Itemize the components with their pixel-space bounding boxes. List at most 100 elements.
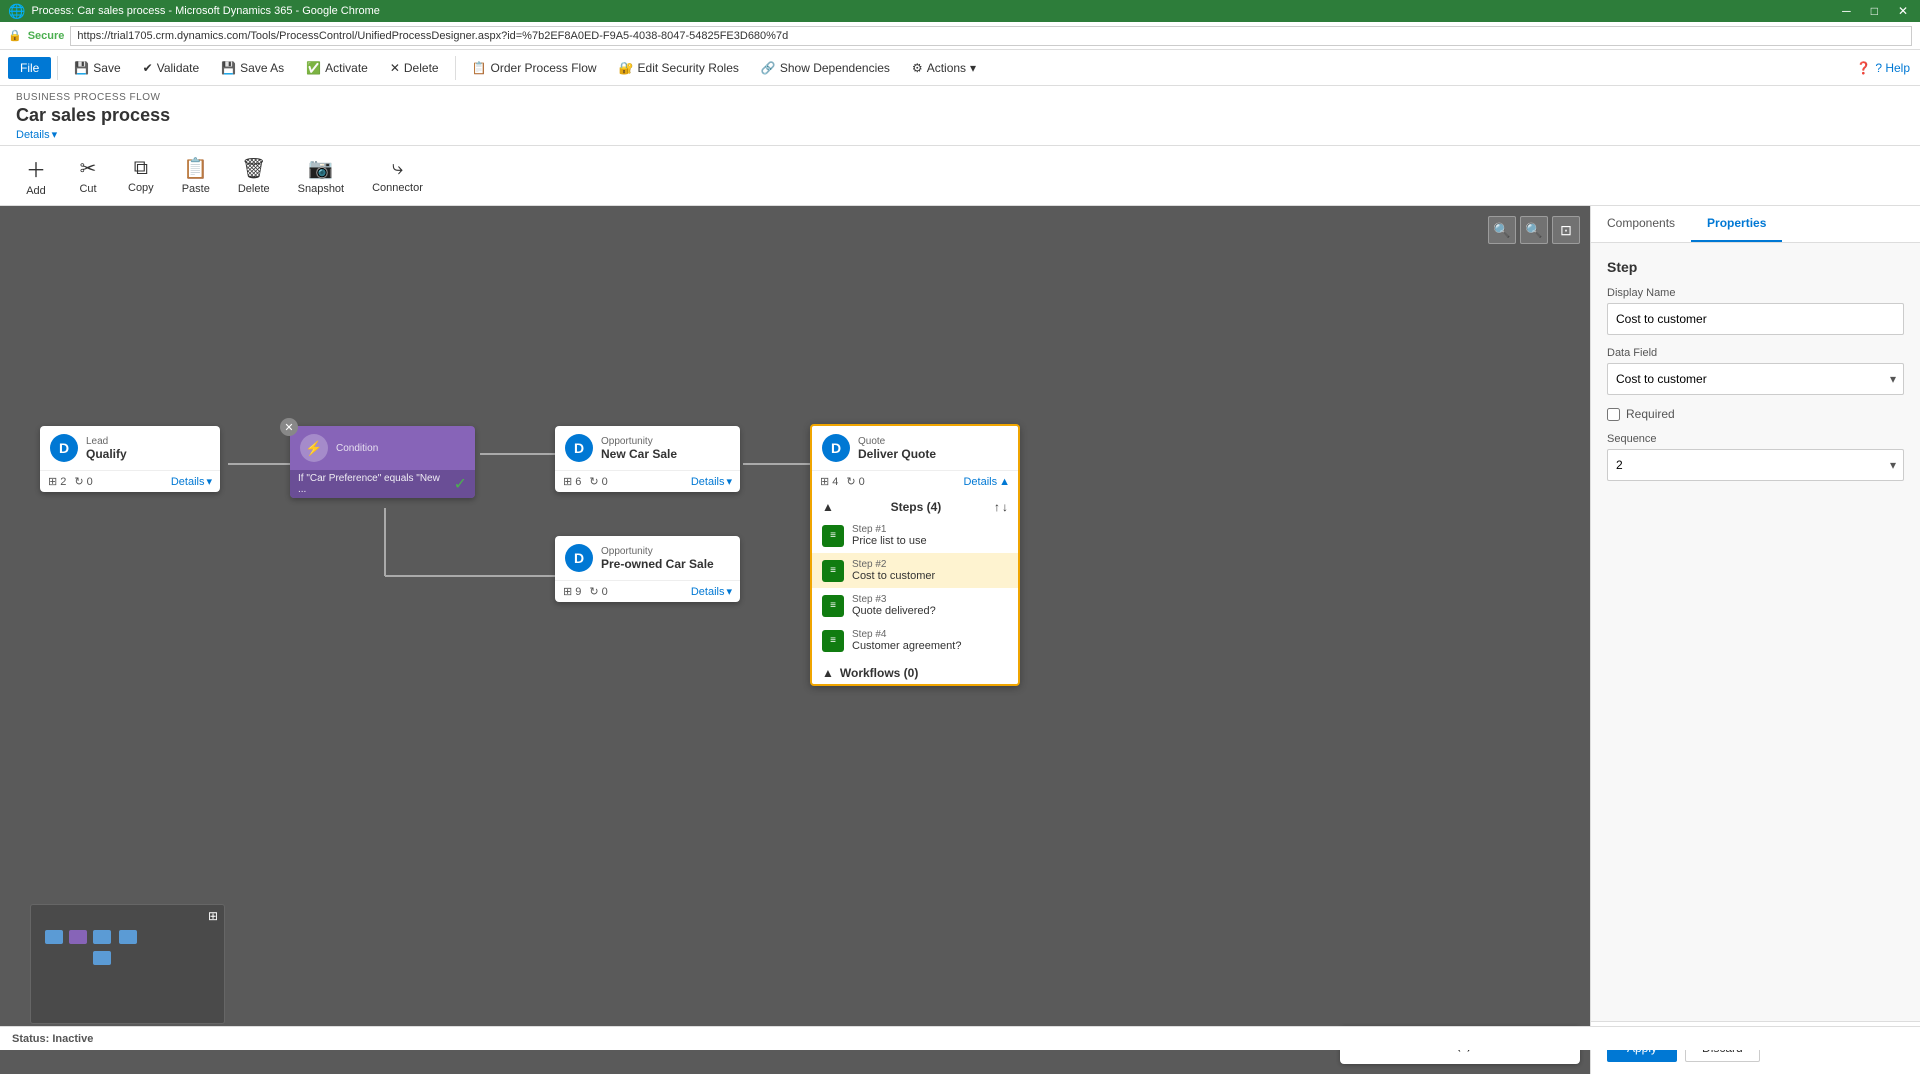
add-icon: ＋ — [26, 154, 46, 183]
steps-down-arrow[interactable]: ↓ — [1002, 500, 1008, 514]
copy-button[interactable]: ⧉ Copy — [116, 153, 166, 198]
step-2-item[interactable]: ≡ Step #2 Cost to customer — [812, 553, 1018, 588]
quote-details-button[interactable]: Details ▲ — [963, 476, 1010, 488]
order-process-button[interactable]: 📋 Order Process Flow — [462, 57, 607, 79]
secondary-toolbar: ＋ Add ✂ Cut ⧉ Copy 📋 Paste 🗑 Delete 📷 Sn… — [0, 146, 1920, 206]
step-3-num: Step #3 — [852, 594, 936, 605]
step-1-icon: ≡ — [822, 525, 844, 547]
required-row: Required — [1607, 407, 1904, 421]
page-title: Car sales process — [16, 105, 1904, 126]
top-toolbar: File 💾 Save ✔ Validate 💾 Save As ✅ Activ… — [0, 50, 1920, 86]
zoom-in-button[interactable]: 🔍 — [1520, 216, 1548, 244]
delete-sec-button[interactable]: 🗑 Delete — [226, 152, 282, 199]
tab-components[interactable]: Components — [1591, 206, 1691, 242]
checkmark-icon: ✓ — [454, 474, 467, 494]
step-4-item[interactable]: ≡ Step #4 Customer agreement? — [812, 623, 1018, 658]
lead-node-type: Lead — [86, 436, 210, 447]
step-1-name: Price list to use — [852, 535, 927, 547]
sequence-select[interactable]: 2 1 3 4 — [1607, 449, 1904, 481]
details-link[interactable]: Details ▾ — [16, 128, 1904, 141]
snapshot-button[interactable]: 📷 Snapshot — [286, 152, 356, 199]
address-bar: 🔒 Secure — [0, 22, 1920, 50]
details-chevron: ▾ — [52, 128, 58, 141]
minimize-button[interactable]: ─ — [1838, 4, 1855, 18]
display-name-input[interactable] — [1607, 303, 1904, 335]
details-down-icon: ▾ — [206, 475, 212, 488]
status-label: Status: — [12, 1033, 49, 1045]
quote-node[interactable]: D Quote Deliver Quote ⊞ 4 ↻ 0 Details ▲ — [810, 424, 1020, 686]
workflows-collapse-icon: ▲ — [822, 666, 834, 680]
maximize-button[interactable]: □ — [1867, 4, 1882, 18]
condition-text: If "Car Preference" equals "New ... — [298, 473, 448, 495]
step-2-name: Cost to customer — [852, 570, 935, 582]
step-4-num: Step #4 — [852, 629, 961, 640]
opp-new-flows: ↻ 0 — [589, 475, 607, 488]
address-input[interactable] — [70, 26, 1912, 46]
zoom-out-button[interactable]: 🔍 — [1488, 216, 1516, 244]
cut-button[interactable]: ✂ Cut — [64, 152, 112, 199]
quote-type: Quote — [858, 436, 1008, 447]
opportunity-new-node[interactable]: D Opportunity New Car Sale ⊞ 6 ↻ 0 Detai… — [555, 426, 740, 492]
steps-title: Steps (4) — [891, 500, 942, 514]
edit-security-button[interactable]: 🔐 Edit Security Roles — [609, 57, 749, 79]
data-field-wrapper: Cost to customer — [1607, 363, 1904, 395]
display-name-label: Display Name — [1607, 287, 1904, 299]
opp-new-details-button[interactable]: Details ▾ — [691, 475, 732, 488]
quote-flow-icon: ↻ — [846, 475, 855, 488]
save-as-icon: 💾 — [221, 61, 236, 75]
opp-new-steps: ⊞ 6 — [563, 475, 581, 488]
data-field-label: Data Field — [1607, 347, 1904, 359]
steps-up-arrow[interactable]: ↑ — [994, 500, 1000, 514]
save-as-button[interactable]: 💾 Save As — [211, 57, 294, 79]
required-checkbox[interactable] — [1607, 408, 1620, 421]
paste-button[interactable]: 📋 Paste — [170, 152, 222, 199]
sequence-wrapper: 2 1 3 4 — [1607, 449, 1904, 481]
steps-icon: ⊞ — [48, 475, 57, 488]
delete-button[interactable]: ✕ Delete — [380, 57, 449, 79]
data-field-select[interactable]: Cost to customer — [1607, 363, 1904, 395]
close-button[interactable]: ✕ — [1894, 4, 1912, 18]
copy-icon: ⧉ — [134, 157, 148, 180]
mini-quote — [119, 930, 137, 944]
help-icon: ❓ — [1856, 61, 1871, 75]
add-button[interactable]: ＋ Add — [12, 150, 60, 201]
connector-button[interactable]: ⤷ Connector — [360, 153, 435, 198]
required-label[interactable]: Required — [1626, 407, 1675, 421]
workflows-section: ▲ Workflows (0) — [812, 662, 1018, 684]
lead-details-button[interactable]: Details ▾ — [171, 475, 212, 488]
workflows-title: Workflows (0) — [840, 666, 918, 680]
activate-button[interactable]: ✅ Activate — [296, 57, 378, 79]
step-1-item[interactable]: ≡ Step #1 Price list to use — [812, 518, 1018, 553]
snapshot-icon: 📷 — [308, 156, 333, 181]
opp-new-type: Opportunity — [601, 436, 730, 447]
flow-icon: ↻ — [74, 475, 83, 488]
opportunity-preowned-node[interactable]: D Opportunity Pre-owned Car Sale ⊞ 9 ↻ 0… — [555, 536, 740, 602]
save-button[interactable]: 💾 Save — [64, 57, 130, 79]
show-dependencies-button[interactable]: 🔗 Show Dependencies — [751, 57, 900, 79]
cut-icon: ✂ — [80, 156, 97, 181]
step-3-item[interactable]: ≡ Step #3 Quote delivered? — [812, 588, 1018, 623]
activate-icon: ✅ — [306, 61, 321, 75]
quote-icon: D — [822, 434, 850, 462]
tab-properties[interactable]: Properties — [1691, 206, 1782, 242]
paste-icon: 📋 — [183, 156, 208, 181]
condition-node-type: Condition — [336, 443, 378, 454]
step-1-num: Step #1 — [852, 524, 927, 535]
canvas-area[interactable]: 🔍 🔍 ⊡ D Lead Qualify — [0, 206, 1590, 1074]
step-4-icon: ≡ — [822, 630, 844, 652]
connector-icon: ⤷ — [392, 157, 403, 180]
window-title: Process: Car sales process - Microsoft D… — [31, 5, 379, 17]
quote-name: Deliver Quote — [858, 447, 1008, 461]
help-button[interactable]: ❓ ? Help — [1846, 57, 1920, 79]
save-icon: 💾 — [74, 61, 89, 75]
actions-button[interactable]: ⚙ Actions ▾ — [902, 57, 986, 79]
fit-button[interactable]: ⊡ — [1552, 216, 1580, 244]
condition-close-button[interactable]: ✕ — [280, 418, 298, 436]
validate-button[interactable]: ✔ Validate — [133, 57, 210, 79]
mini-map-expand-icon[interactable]: ⊞ — [208, 909, 218, 923]
file-button[interactable]: File — [8, 57, 51, 79]
opp-pre-details-button[interactable]: Details ▾ — [691, 585, 732, 598]
deps-icon: 🔗 — [761, 61, 776, 75]
lead-node[interactable]: D Lead Qualify ⊞ 2 ↻ 0 Details ▾ — [40, 426, 220, 492]
mini-map: ⊞ — [30, 904, 225, 1024]
